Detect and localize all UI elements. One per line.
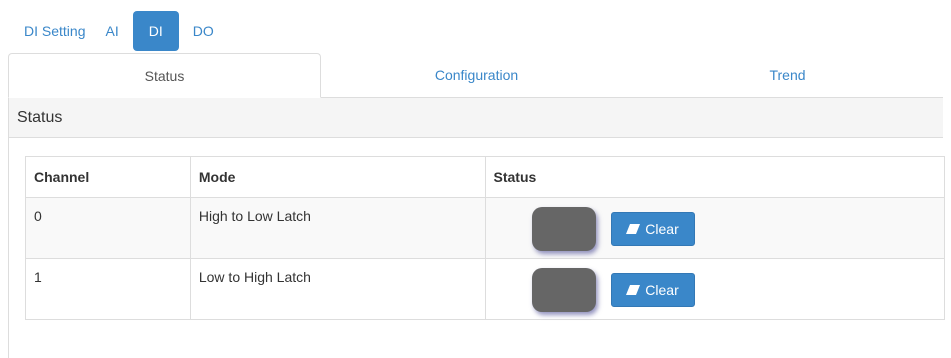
- tab-di[interactable]: DI: [132, 11, 179, 51]
- table-row: 0 High to Low Latch Clear: [25, 197, 946, 259]
- table-header-row: Channel Mode Status: [25, 156, 946, 198]
- eraser-icon: [626, 285, 641, 295]
- status-panel: Status Channel Mode Status 0 High to Low…: [8, 98, 946, 358]
- tab-di-setting[interactable]: DI Setting: [14, 11, 95, 51]
- channel-cell: 0: [25, 197, 191, 259]
- channel-status-table: Channel Mode Status 0 High to Low Latch …: [25, 156, 946, 320]
- led-indicator-icon: [531, 268, 596, 312]
- column-header-mode: Mode: [189, 156, 486, 198]
- tab-status[interactable]: Status: [8, 53, 321, 98]
- tab-do[interactable]: DO: [183, 11, 224, 51]
- tab-configuration[interactable]: Configuration: [321, 53, 632, 97]
- sub-tab-bar: Status Configuration Trend: [8, 53, 943, 98]
- top-tab-bar: DI Setting AI DI DO: [14, 11, 224, 51]
- tab-ai[interactable]: AI: [95, 11, 128, 51]
- clear-button[interactable]: Clear: [610, 273, 695, 307]
- mode-cell: Low to High Latch: [189, 258, 486, 320]
- column-header-status: Status: [484, 156, 946, 198]
- led-indicator-icon: [531, 207, 596, 251]
- table-row: 1 Low to High Latch Clear: [25, 258, 946, 320]
- clear-button-label: Clear: [645, 282, 679, 298]
- column-header-channel: Channel: [25, 156, 191, 198]
- mode-cell: High to Low Latch: [189, 197, 486, 259]
- tab-trend[interactable]: Trend: [632, 53, 943, 97]
- status-cell: Clear: [484, 197, 946, 259]
- eraser-icon: [626, 224, 641, 234]
- status-cell: Clear: [484, 258, 946, 320]
- clear-button[interactable]: Clear: [610, 212, 695, 246]
- channel-cell: 1: [25, 258, 191, 320]
- clear-button-label: Clear: [645, 221, 679, 237]
- panel-title: Status: [9, 98, 943, 138]
